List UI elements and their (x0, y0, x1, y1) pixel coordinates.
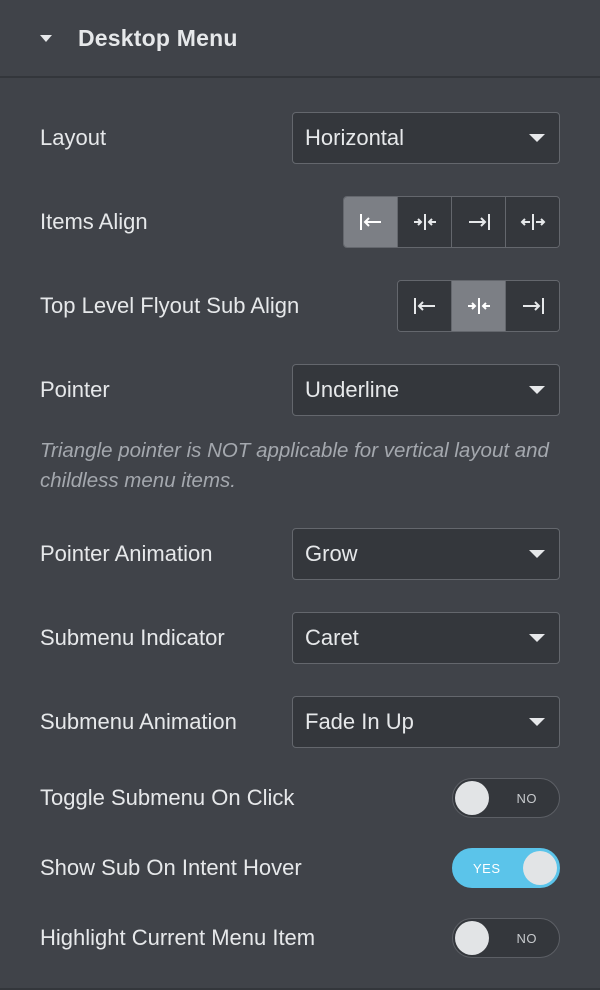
dropdown-caret-icon (529, 718, 545, 726)
switch-state-text: NO (516, 790, 537, 806)
intent-hover-row: Show Sub On Intent Hover YES (40, 848, 560, 888)
caret-down-icon[interactable] (40, 34, 52, 42)
flyout-align-end-button[interactable] (505, 281, 559, 331)
layout-row: Layout Horizontal (40, 112, 560, 164)
align-end-icon (522, 298, 544, 314)
items-align-label: Items Align (40, 209, 148, 234)
pointer-animation-row: Pointer Animation Grow (40, 528, 560, 580)
switch-state-text: NO (516, 930, 537, 946)
toggle-submenu-row: Toggle Submenu On Click NO (40, 778, 560, 818)
submenu-indicator-select-value: Caret (305, 625, 359, 650)
submenu-animation-label: Submenu Animation (40, 709, 237, 734)
switch-knob (455, 781, 489, 815)
pointer-animation-select[interactable]: Grow (292, 528, 560, 580)
items-align-row: Items Align (40, 196, 560, 248)
pointer-select[interactable]: Underline (292, 364, 560, 416)
items-align-end-button[interactable] (451, 197, 505, 247)
items-align-center-button[interactable] (397, 197, 451, 247)
highlight-current-label: Highlight Current Menu Item (40, 925, 316, 950)
pointer-note: Triangle pointer is NOT applicable for v… (40, 439, 549, 492)
submenu-animation-select-value: Fade In Up (305, 709, 414, 734)
pointer-animation-select-value: Grow (305, 541, 358, 566)
switch-knob (523, 851, 557, 885)
desktop-menu-panel: Desktop Menu Layout Horizontal Items Ali… (0, 0, 600, 990)
submenu-indicator-label: Submenu Indicator (40, 625, 225, 650)
layout-select[interactable]: Horizontal (292, 112, 560, 164)
section-header[interactable]: Desktop Menu (0, 0, 600, 78)
dropdown-caret-icon (529, 634, 545, 642)
submenu-animation-select[interactable]: Fade In Up (292, 696, 560, 748)
submenu-animation-row: Submenu Animation Fade In Up (40, 696, 560, 748)
toggle-submenu-switch[interactable]: NO (452, 778, 560, 818)
align-start-icon (413, 298, 435, 314)
align-start-icon (359, 214, 381, 230)
flyout-align-center-button[interactable] (451, 281, 505, 331)
flyout-align-button-group (397, 280, 560, 332)
submenu-indicator-select[interactable]: Caret (292, 612, 560, 664)
layout-label: Layout (40, 125, 107, 150)
switch-knob (455, 921, 489, 955)
section-title: Desktop Menu (78, 24, 238, 51)
align-justify-icon (520, 214, 545, 230)
dropdown-caret-icon (529, 386, 545, 394)
flyout-align-start-button[interactable] (398, 281, 451, 331)
dropdown-caret-icon (529, 550, 545, 558)
switch-state-text: YES (473, 860, 501, 876)
items-align-button-group (343, 196, 560, 248)
items-align-start-button[interactable] (344, 197, 397, 247)
pointer-row: Pointer Underline (40, 364, 560, 416)
pointer-select-value: Underline (305, 377, 400, 402)
dropdown-caret-icon (529, 134, 545, 142)
items-align-justify-button[interactable] (505, 197, 559, 247)
layout-select-value: Horizontal (305, 125, 405, 150)
highlight-current-switch[interactable]: NO (452, 918, 560, 958)
highlight-current-row: Highlight Current Menu Item NO (40, 918, 560, 958)
align-end-icon (468, 214, 490, 230)
flyout-align-row: Top Level Flyout Sub Align (40, 280, 560, 332)
flyout-align-label: Top Level Flyout Sub Align (40, 293, 300, 318)
align-center-icon (413, 214, 436, 230)
pointer-animation-label: Pointer Animation (40, 541, 213, 566)
intent-hover-switch[interactable]: YES (452, 848, 560, 888)
pointer-label: Pointer (40, 377, 110, 402)
intent-hover-label: Show Sub On Intent Hover (40, 855, 302, 880)
toggle-submenu-label: Toggle Submenu On Click (40, 785, 295, 810)
submenu-indicator-row: Submenu Indicator Caret (40, 612, 560, 664)
align-center-icon (467, 298, 490, 314)
